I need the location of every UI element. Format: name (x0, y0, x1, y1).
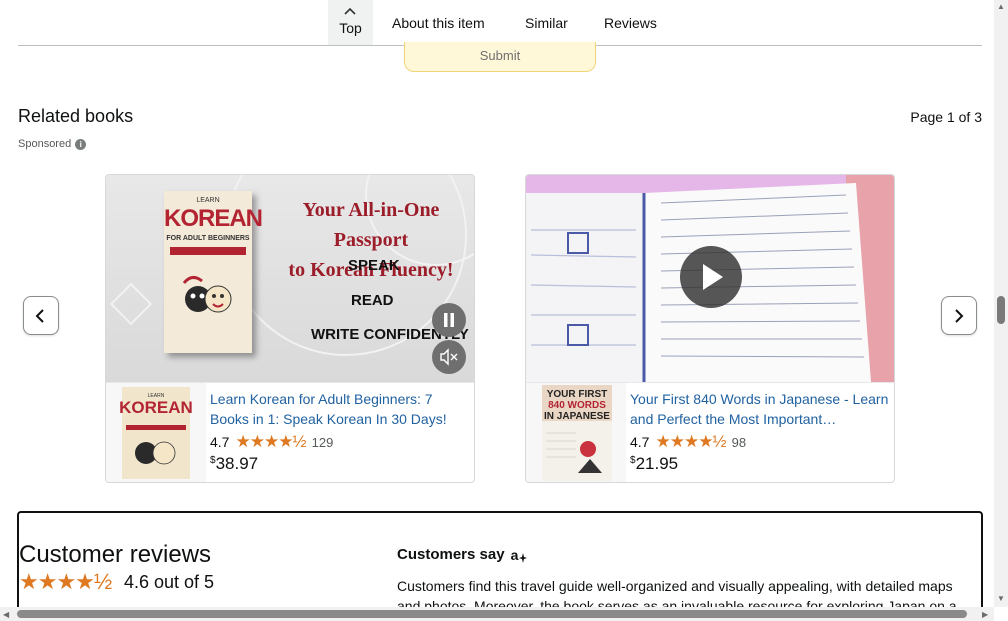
scroll-left-arrow-icon[interactable]: ◀ (3, 610, 9, 619)
chevron-left-icon (35, 309, 44, 323)
thumb-text-3: IN JAPANESE (544, 411, 610, 422)
japanese-book-thumb: YOUR FIRST 840 WORDS IN JAPANESE (542, 385, 612, 481)
nav-about-this-item[interactable]: About this item (392, 15, 485, 31)
submit-button[interactable]: Submit (404, 42, 596, 72)
pause-icon (444, 313, 454, 327)
product-title-link[interactable]: Your First 840 Words in Japanese - Learn… (630, 389, 890, 429)
sponsored-label: Sponsored i (18, 138, 87, 150)
ai-badge-letter: a (510, 546, 519, 563)
carousel-page-indicator: Page 1 of 3 (910, 109, 982, 125)
chevron-right-icon (955, 309, 964, 323)
video-player-korean[interactable]: LEARN KOREAN FOR ADULT BEGINNERS Your Al… (106, 175, 474, 382)
info-icon[interactable]: i (75, 138, 87, 150)
rating-value: 4.7 (210, 434, 230, 450)
thumb-text-2: 840 WORDS (548, 400, 606, 411)
customer-reviews-title: Customer reviews (19, 541, 212, 568)
product-thumbnail[interactable]: LEARN KOREAN (106, 383, 206, 482)
product-title-link[interactable]: Learn Korean for Adult Beginners: 7 Book… (210, 389, 470, 429)
cover-red-band (170, 247, 246, 255)
korean-book-cover: LEARN KOREAN FOR ADULT BEGINNERS (164, 191, 263, 353)
customer-reviews-section: Customer reviews ★★★★½ 4.6 out of 5 Cust… (17, 511, 983, 621)
product-info-japanese: YOUR FIRST 840 WORDS IN JAPANESE Your Fi… (526, 382, 894, 482)
muted-speaker-icon (440, 348, 458, 366)
horizontal-scrollbar[interactable]: ◀ ▶ (0, 607, 994, 621)
product-section-nav: Top About this item Similar Reviews (0, 0, 994, 46)
product-thumbnail[interactable]: YOUR FIRST 840 WORDS IN JAPANESE (526, 383, 626, 482)
price-value: 21.95 (635, 454, 679, 473)
customers-say-label: Customers say (397, 546, 505, 563)
star-rating-icon: ★★★★½ (655, 432, 726, 451)
customers-say-heading: Customers say a (397, 546, 528, 563)
price-value: 38.97 (215, 454, 259, 473)
headline-line-1: Your All-in-One Passport (302, 199, 440, 251)
sponsored-video-card-japanese[interactable]: YOUR FIRST 840 WORDS IN JAPANESE Your Fi… (525, 174, 895, 483)
price: $21.95 (630, 454, 678, 474)
mute-button[interactable] (432, 340, 466, 374)
price: $38.97 (210, 454, 258, 474)
video-player-japanese[interactable] (526, 175, 894, 382)
headline-speak: SPEAK (348, 257, 400, 274)
korean-book-thumb: LEARN KOREAN (119, 387, 193, 479)
scroll-down-arrow-icon[interactable]: ▼ (997, 594, 1005, 603)
rating-count: 129 (311, 434, 334, 450)
average-star-rating-icon[interactable]: ★★★★½ (19, 569, 112, 595)
svg-text:KOREAN: KOREAN (119, 398, 193, 417)
cover-text-learn: LEARN (196, 197, 220, 204)
ai-spark-icon (519, 552, 528, 563)
horizontal-scroll-thumb[interactable] (17, 610, 967, 618)
scroll-up-arrow-icon[interactable]: ▲ (997, 2, 1005, 11)
masks-illustration (182, 276, 232, 313)
headline-read: READ (351, 292, 394, 309)
thumb-text-1: YOUR FIRST (547, 389, 608, 400)
pause-button[interactable] (432, 303, 466, 337)
scroll-right-arrow-icon[interactable]: ▶ (982, 610, 988, 619)
rating-count: 98 (731, 434, 747, 450)
carousel-prev-button[interactable] (23, 296, 59, 335)
ai-sparkle-icon: a (511, 547, 528, 563)
nav-reviews[interactable]: Reviews (604, 15, 657, 31)
nav-top-button[interactable]: Top (328, 0, 373, 45)
cover-text-korean: KOREAN (164, 205, 263, 232)
sponsored-video-card-korean[interactable]: LEARN KOREAN FOR ADULT BEGINNERS Your Al… (105, 174, 475, 483)
average-rating-text[interactable]: 4.6 out of 5 (124, 572, 214, 593)
rating-row[interactable]: 4.7 ★★★★½ 98 (630, 432, 746, 452)
rating-row[interactable]: 4.7 ★★★★½ 129 (210, 432, 333, 452)
vertical-scrollbar[interactable]: ▲ ▼ (994, 0, 1008, 607)
product-info-korean: LEARN KOREAN Learn Korean for Adult Begi… (106, 382, 474, 482)
play-button[interactable] (680, 246, 742, 308)
rating-value: 4.7 (630, 434, 650, 450)
vertical-scroll-thumb[interactable] (997, 296, 1005, 324)
nav-similar[interactable]: Similar (525, 15, 568, 31)
play-icon (703, 264, 723, 290)
nav-top-label: Top (339, 20, 362, 36)
related-books-title: Related books (18, 106, 134, 126)
cover-text-sub: FOR ADULT BEGINNERS (166, 235, 250, 242)
chevron-up-icon (344, 7, 356, 15)
sponsored-text: Sponsored (18, 138, 72, 150)
star-rating-icon: ★★★★½ (235, 432, 306, 451)
carousel-next-button[interactable] (941, 296, 977, 335)
